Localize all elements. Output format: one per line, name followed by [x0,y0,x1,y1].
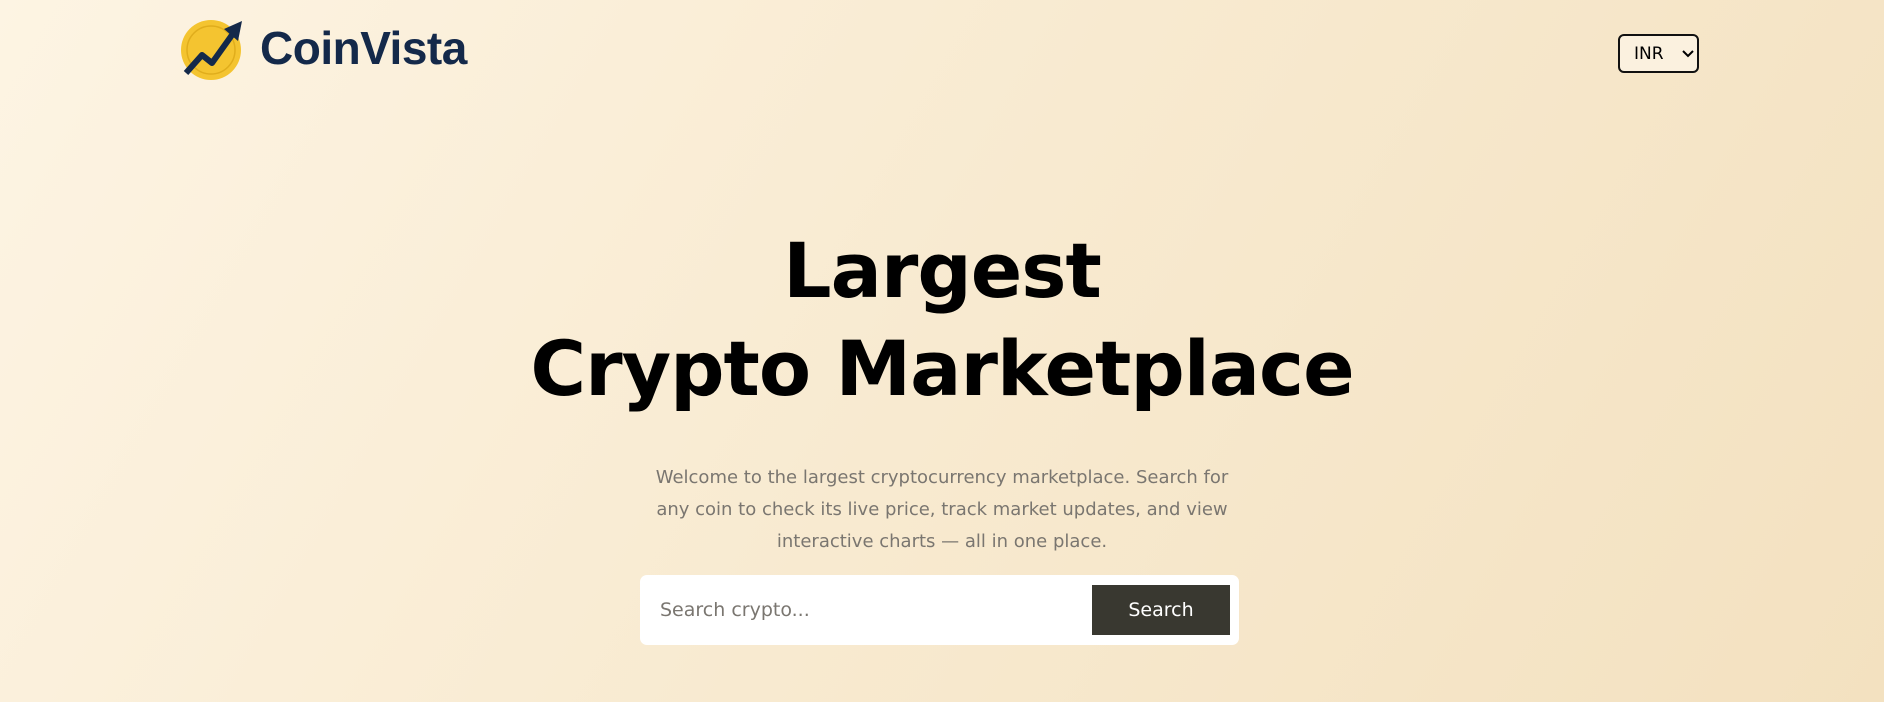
hero: Largest Crypto Marketplace Welcome to th… [0,222,1884,558]
search-form: Search [640,575,1239,645]
currency-select[interactable]: INR [1618,34,1699,73]
navbar: CoinVista INR [0,0,1884,100]
hero-title-line1: Largest [783,226,1102,315]
hero-title-line2: Crypto Marketplace [530,324,1354,413]
chevron-down-icon [1681,49,1694,57]
hero-title: Largest Crypto Marketplace [0,222,1884,418]
brand-name: CoinVista [260,22,467,74]
hero-description: Welcome to the largest cryptocurrency ma… [655,467,1229,552]
search-input[interactable] [660,590,1080,630]
search-button[interactable]: Search [1092,585,1230,635]
currency-value: INR [1634,43,1664,64]
coin-logo-icon [181,20,242,80]
logo[interactable]: CoinVista [180,15,467,81]
